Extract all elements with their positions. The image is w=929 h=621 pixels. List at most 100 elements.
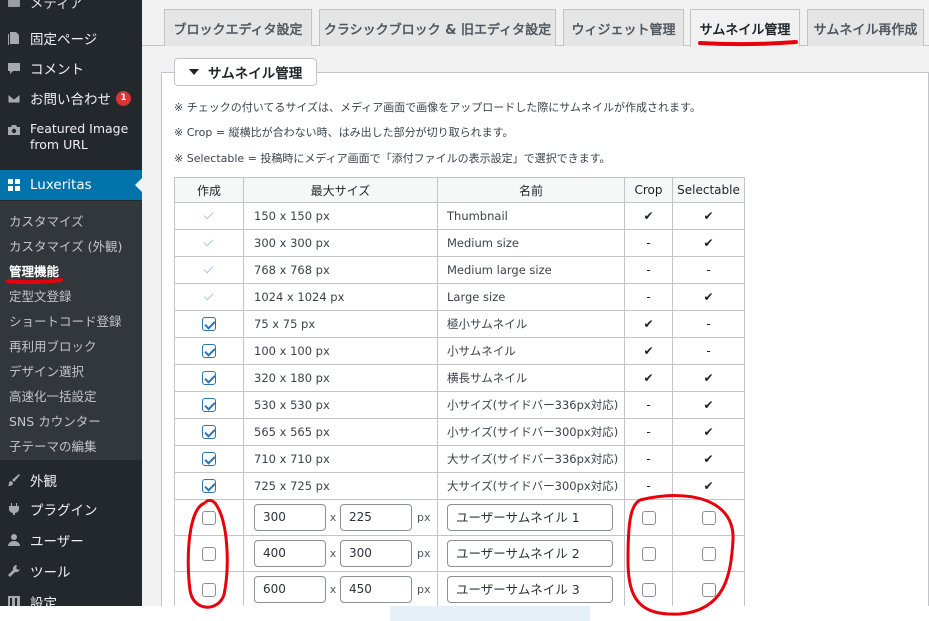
sidebar-item-appearance[interactable]: 外観 bbox=[0, 470, 142, 490]
table-row: 300 x 300 px Medium size - ✔ bbox=[174, 229, 745, 257]
create-checkbox[interactable] bbox=[202, 510, 216, 525]
submenu-item-phrase-registration[interactable]: 定型文登録 bbox=[9, 286, 72, 305]
submenu-item-child-theme-editor[interactable]: 子テーマの編集 bbox=[9, 436, 97, 455]
create-checkbox-disabled bbox=[202, 290, 216, 304]
selectable-mark: ✔ bbox=[703, 209, 714, 223]
crop-checkbox[interactable] bbox=[641, 582, 656, 597]
create-checkbox[interactable] bbox=[202, 452, 216, 467]
name-cell: 極小サムネイル bbox=[437, 310, 625, 338]
submenu-item-reusable-blocks[interactable]: 再利用ブロック bbox=[9, 336, 97, 355]
height-input[interactable]: 225 bbox=[340, 504, 412, 531]
create-checkbox[interactable] bbox=[202, 425, 216, 440]
tab-classic-block-settings[interactable]: クラシックブロック & 旧エディタ設定 bbox=[319, 9, 556, 46]
sidebar-item-luxeritas[interactable]: Luxeritas bbox=[0, 170, 142, 200]
selectable-cell: ✔ bbox=[672, 418, 745, 446]
crop-mark: ✔ bbox=[643, 371, 654, 385]
submenu-item-customize-appearance[interactable]: カスタマイズ (外観) bbox=[9, 236, 122, 255]
thumbnail-name-input[interactable]: ユーザーサムネイル 3 bbox=[447, 576, 613, 603]
name-cell: 小サイズ(サイドバー336px対応) bbox=[437, 391, 625, 419]
create-checkbox[interactable] bbox=[202, 344, 216, 359]
crop-cell: - bbox=[624, 256, 673, 284]
name-cell: 小サイズ(サイドバー300px対応) bbox=[437, 418, 625, 446]
sidebar-item-featured-image[interactable]: Featured Image from URL bbox=[0, 121, 142, 155]
width-input[interactable]: 600 bbox=[254, 576, 326, 603]
luxeritas-submenu: カスタマイズ カスタマイズ (外観) 管理機能 定型文登録 ショートコード登録 … bbox=[0, 201, 142, 460]
unit-label: px bbox=[417, 583, 431, 596]
sidebar-item-tools[interactable]: ツール bbox=[0, 561, 142, 581]
notification-badge: 1 bbox=[116, 90, 131, 106]
comment-icon bbox=[7, 61, 21, 75]
crop-checkbox[interactable] bbox=[641, 510, 656, 525]
submenu-item-customize[interactable]: カスタマイズ bbox=[9, 211, 84, 230]
crop-mark: ✔ bbox=[643, 317, 654, 331]
submenu-item-design-select[interactable]: デザイン選択 bbox=[9, 361, 84, 380]
size-cell: 150 x 150 px bbox=[243, 202, 438, 230]
crop-cell bbox=[624, 571, 673, 608]
sidebar-item-label: コメント bbox=[30, 62, 84, 78]
column-header-selectable: Selectable bbox=[672, 177, 745, 203]
create-checkbox[interactable] bbox=[202, 371, 216, 386]
create-checkbox[interactable] bbox=[202, 479, 216, 494]
tab-thumbnail-management[interactable]: サムネイル管理 bbox=[690, 9, 800, 47]
selectable-cell: - bbox=[672, 337, 745, 365]
crop-mark: - bbox=[646, 236, 651, 250]
height-input[interactable]: 300 bbox=[340, 540, 412, 567]
tab-widget-management[interactable]: ウィジェット管理 bbox=[563, 9, 684, 46]
crop-checkbox[interactable] bbox=[641, 546, 656, 561]
custom-size-row: 300 x 225 px ユーザーサムネイル 1 bbox=[174, 499, 745, 536]
size-input-cell: 400 x 300 px bbox=[243, 535, 438, 572]
tab-thumbnail-regenerate[interactable]: サムネイル再作成 bbox=[807, 9, 924, 46]
create-checkbox[interactable] bbox=[202, 317, 216, 332]
sidebar-item-plugins[interactable]: プラグイン bbox=[0, 499, 142, 519]
selectable-cell: ✔ bbox=[672, 283, 745, 311]
column-header-create: 作成 bbox=[174, 177, 244, 203]
crop-mark: - bbox=[646, 479, 651, 493]
sidebar-item-media[interactable]: メディア bbox=[0, 0, 142, 12]
admin-sidebar: メディア 固定ページ コメント お問い合わせ 1 Featured Image … bbox=[0, 0, 142, 606]
sidebar-item-contact[interactable]: お問い合わせ 1 bbox=[0, 88, 142, 108]
table-row: 725 x 725 px 大サイズ(サイドバー300px対応) - ✔ bbox=[174, 472, 745, 500]
crop-mark: ✔ bbox=[643, 344, 654, 358]
sidebar-item-users[interactable]: ユーザー bbox=[0, 530, 142, 550]
create-checkbox[interactable] bbox=[202, 546, 216, 561]
settings-tab-bar: ブロックエディタ設定 クラシックブロック & 旧エディタ設定 ウィジェット管理 … bbox=[142, 0, 929, 47]
create-cell bbox=[174, 535, 244, 572]
selectable-cell bbox=[672, 571, 745, 608]
table-body: 150 x 150 px Thumbnail ✔ ✔ 300 x 300 px Mediu… bbox=[174, 202, 745, 608]
name-cell: Medium large size bbox=[437, 256, 625, 284]
create-checkbox[interactable] bbox=[202, 582, 216, 597]
page-icon bbox=[7, 31, 21, 45]
submenu-item-shortcode-registration[interactable]: ショートコード登録 bbox=[9, 311, 122, 330]
width-input[interactable]: 300 bbox=[254, 504, 326, 531]
sidebar-item-pages[interactable]: 固定ページ bbox=[0, 28, 142, 48]
selectable-checkbox[interactable] bbox=[701, 582, 716, 597]
submenu-item-speedup-settings[interactable]: 高速化一括設定 bbox=[9, 386, 97, 405]
selectable-mark: ✔ bbox=[703, 236, 714, 250]
selectable-checkbox[interactable] bbox=[701, 510, 716, 525]
sidebar-item-comments[interactable]: コメント bbox=[0, 58, 142, 78]
section-toggle[interactable]: サムネイル管理 bbox=[174, 58, 318, 86]
user-icon bbox=[7, 533, 21, 547]
sidebar-item-settings[interactable]: 設定 bbox=[0, 592, 142, 606]
wrench-icon bbox=[7, 564, 21, 578]
selectable-cell: ✔ bbox=[672, 472, 745, 500]
caret-down-icon bbox=[189, 69, 199, 75]
thumbnail-name-input[interactable]: ユーザーサムネイル 2 bbox=[447, 540, 613, 567]
name-cell: 大サイズ(サイドバー336px対応) bbox=[437, 445, 625, 473]
submenu-item-admin-functions[interactable]: 管理機能 bbox=[9, 261, 59, 280]
selectable-cell: ✔ bbox=[672, 229, 745, 257]
width-input[interactable]: 400 bbox=[254, 540, 326, 567]
selectable-cell: ✔ bbox=[672, 364, 745, 392]
create-checkbox[interactable] bbox=[202, 398, 216, 413]
tab-block-editor-settings[interactable]: ブロックエディタ設定 bbox=[164, 9, 312, 46]
height-input[interactable]: 450 bbox=[340, 576, 412, 603]
name-cell: Medium size bbox=[437, 229, 625, 257]
table-row: 530 x 530 px 小サイズ(サイドバー336px対応) - ✔ bbox=[174, 391, 745, 419]
grid-icon bbox=[7, 178, 21, 192]
selectable-mark: ✔ bbox=[703, 479, 714, 493]
submenu-item-sns-counter[interactable]: SNS カウンター bbox=[9, 411, 101, 430]
custom-size-row: 600 x 450 px ユーザーサムネイル 3 bbox=[174, 571, 745, 608]
selectable-checkbox[interactable] bbox=[701, 546, 716, 561]
thumbnail-name-input[interactable]: ユーザーサムネイル 1 bbox=[447, 504, 613, 531]
name-cell: 小サムネイル bbox=[437, 337, 625, 365]
